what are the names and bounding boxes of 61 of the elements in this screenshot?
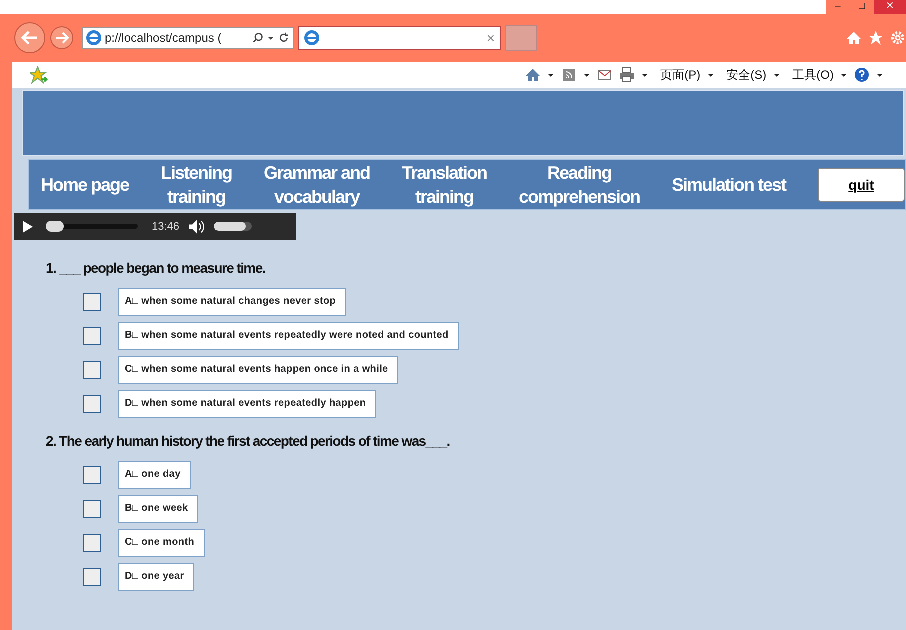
search-icon[interactable] (252, 32, 264, 44)
dropdown-icon[interactable] (267, 34, 275, 42)
checkbox[interactable] (83, 327, 101, 345)
option-label[interactable]: C□ when some natural events happen once in a while (118, 356, 398, 384)
caret-icon[interactable] (582, 71, 591, 79)
toolbar-menu[interactable]: 安全(S) (726, 66, 767, 84)
nav-link[interactable]: Translation training (402, 160, 488, 208)
refresh-icon[interactable] (278, 32, 290, 44)
window-control-button[interactable]: □ (850, 0, 874, 14)
checkbox[interactable] (83, 534, 101, 552)
option-label[interactable]: A□ when some natural changes never stop (118, 288, 346, 316)
toolbar-menu[interactable]: 工具(O) (792, 66, 834, 84)
checkbox[interactable] (83, 568, 101, 586)
help-icon[interactable] (854, 67, 870, 83)
option-label[interactable]: B□ one week (118, 495, 198, 523)
checkbox[interactable] (83, 466, 101, 484)
option-label[interactable]: A□ one day (118, 461, 191, 489)
star-icon[interactable] (868, 30, 884, 46)
nav-link[interactable]: Simulation test (672, 172, 786, 196)
browser-icon (304, 30, 320, 46)
address-text: p://localhost/campus ( (105, 31, 223, 45)
close-tab-button[interactable]: × (486, 30, 495, 46)
nav-link[interactable]: Grammar and vocabulary (264, 160, 370, 208)
checkbox[interactable] (83, 395, 101, 413)
quit-button[interactable]: quit (818, 168, 905, 202)
feed-icon[interactable] (560, 67, 577, 83)
back-icon[interactable] (14, 22, 46, 54)
settings-icon[interactable] (890, 30, 906, 46)
forward-icon[interactable] (50, 26, 74, 50)
home-icon[interactable] (524, 67, 541, 83)
volume-slider[interactable] (214, 222, 252, 231)
nav-link[interactable]: Home page (41, 172, 130, 196)
caret-icon[interactable] (640, 71, 649, 79)
nav-link[interactable]: Listening training (161, 160, 232, 208)
checkbox[interactable] (83, 361, 101, 379)
favorites-star-icon[interactable] (30, 66, 48, 84)
window-control-button[interactable]: – (826, 0, 850, 14)
home-icon[interactable] (846, 30, 862, 46)
volume-icon[interactable] (188, 218, 206, 234)
toolbar-menu[interactable]: 页面(P) (660, 66, 701, 84)
browser-tab[interactable]: × (298, 26, 501, 50)
option-label[interactable]: B□ when some natural events repeatedly were noted and counted (118, 322, 459, 350)
question-text: 1. ___ people began to measure time. (46, 260, 266, 276)
play-icon[interactable] (22, 220, 34, 234)
caret-icon[interactable] (546, 71, 555, 79)
caret-icon[interactable] (840, 71, 848, 79)
checkbox[interactable] (83, 293, 101, 311)
address-field[interactable]: p://localhost/campus ( (82, 27, 294, 49)
option-label[interactable]: D□ when some natural events repeatedly happen (118, 390, 376, 418)
caret-icon[interactable] (772, 71, 781, 79)
caret-icon[interactable] (706, 71, 715, 79)
time-label: 13:46 (152, 220, 180, 232)
checkbox[interactable] (83, 500, 101, 518)
option-label[interactable]: D□ one year (118, 563, 194, 591)
printer-icon[interactable] (618, 67, 635, 83)
window-control-button[interactable]: ✕ (874, 0, 906, 14)
browser-icon (86, 30, 102, 46)
option-label[interactable]: C□ one month (118, 529, 205, 557)
caret-icon[interactable] (876, 71, 884, 79)
question-text: 2. The early human history the first accepted periods of time was___. (46, 433, 451, 449)
nav-link[interactable]: Reading comprehension (518, 160, 640, 208)
